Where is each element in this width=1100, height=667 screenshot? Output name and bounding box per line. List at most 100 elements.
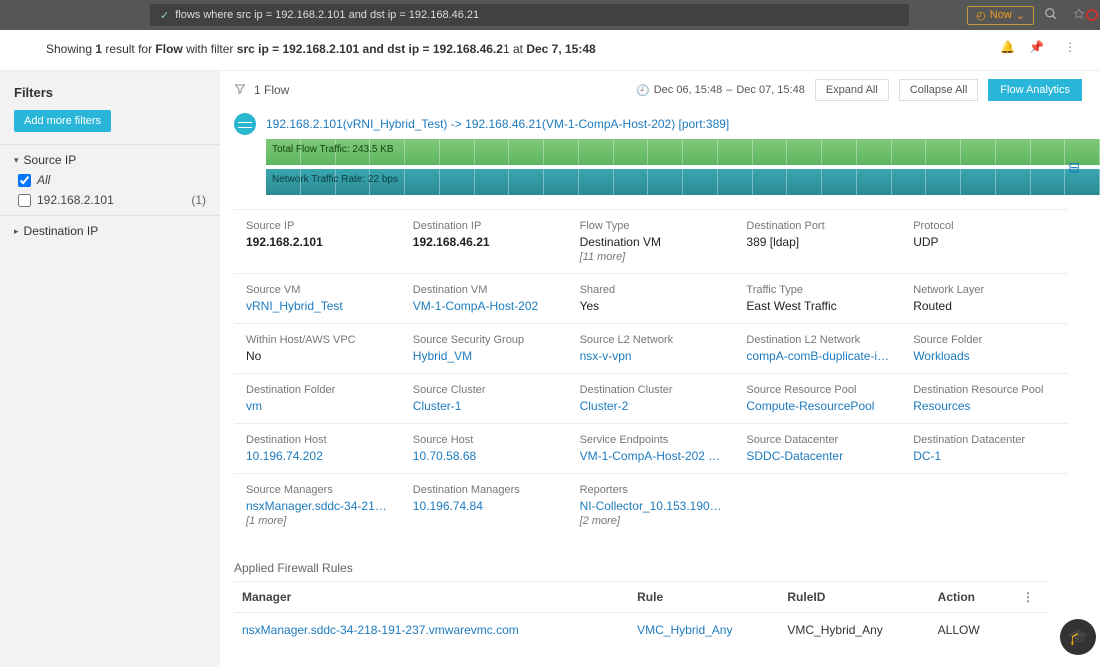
flow-dst-link[interactable]: 192.168.46.21(VM-1-CompA-Host-202) — [465, 117, 678, 131]
details-value[interactable]: 10.196.74.84 — [413, 499, 556, 513]
details-value[interactable]: SDDC-Datacenter — [746, 449, 889, 463]
search-query-text: flows where src ip = 192.168.2.101 and d… — [175, 9, 479, 21]
details-value[interactable]: 10.196.74.202 — [246, 449, 389, 463]
th-rule[interactable]: Rule — [629, 582, 779, 613]
details-value[interactable]: Hybrid_VM — [413, 349, 556, 363]
cell-rule[interactable]: VMC_Hybrid_Any — [629, 613, 779, 648]
details-more[interactable]: [1 more] — [246, 515, 389, 527]
filters-heading: Filters — [0, 81, 220, 110]
filter-ip-checkbox[interactable] — [18, 194, 31, 207]
firewall-rules-table: Manager Rule RuleID Action ⋮ nsxManager.… — [234, 581, 1048, 647]
bell-icon[interactable]: 🔔 — [1000, 40, 1015, 54]
details-value[interactable]: NI-Collector_10.153.190.68 — [580, 499, 723, 513]
filter-group-source-ip: Source IP All 192.168.2.101 (1) — [0, 144, 220, 215]
details-more[interactable]: [2 more] — [580, 515, 723, 527]
details-cell: Destination Foldervm — [234, 374, 401, 423]
funnel-icon[interactable] — [234, 83, 246, 98]
flow-src-link[interactable]: 192.168.2.101(vRNI_Hybrid_Test) — [266, 117, 447, 131]
details-label: Protocol — [913, 220, 1056, 232]
cell-action: ALLOW — [930, 613, 1008, 648]
details-cell: Source Datacenter SDDC-Datacenter — [734, 424, 901, 473]
collapse-card-icon[interactable]: ⊟ — [1068, 159, 1080, 176]
flow-analytics-button[interactable]: Flow Analytics — [988, 79, 1082, 101]
total-flow-traffic-band[interactable]: Total Flow Traffic: 243.5 KB — [266, 139, 1100, 165]
chevron-down-icon: ⌄ — [1016, 9, 1025, 22]
details-cell: Service EndpointsVM-1-CompA-Host-202 (19… — [568, 424, 735, 473]
details-cell: Source Security GroupHybrid_VM — [401, 324, 568, 373]
filter-source-ip-toggle[interactable]: Source IP — [14, 153, 206, 167]
details-cell: Source IP192.168.2.101 — [234, 210, 401, 273]
summary-time: Dec 7, 15:48 — [526, 42, 595, 56]
filter-dest-ip-toggle[interactable]: Destination IP — [14, 224, 206, 238]
details-cell: Destination Cluster Cluster-2 — [568, 374, 735, 423]
filter-ip-count: (1) — [191, 193, 206, 207]
details-value[interactable]: DC-1 — [913, 449, 1056, 463]
table-row[interactable]: nsxManager.sddc-34-218-191-237.vmwarevmc… — [234, 613, 1048, 648]
search-icon[interactable] — [1040, 7, 1062, 24]
details-label: Shared — [580, 284, 723, 296]
details-label: Source Folder — [913, 334, 1056, 346]
details-cell: Destination L2 NetworkcompA-comB-duplica… — [734, 324, 901, 373]
flow-header: 192.168.2.101(vRNI_Hybrid_Test) -> 192.1… — [234, 113, 1100, 135]
details-value[interactable]: vRNI_Hybrid_Test — [246, 299, 389, 313]
help-chat-button[interactable]: 🎓 — [1060, 619, 1096, 655]
details-label: Within Host/AWS VPC — [246, 334, 389, 346]
details-label: Network Layer — [913, 284, 1056, 296]
time-to: Dec 07, 15:48 — [736, 84, 805, 96]
summary-mid1: result for — [102, 42, 155, 56]
filters-sidebar: Filters Add more filters Source IP All 1… — [0, 71, 220, 667]
main-content: 1 Flow 🕘 Dec 06, 15:48 – Dec 07, 15:48 E… — [220, 71, 1100, 667]
details-value: Routed — [913, 299, 1056, 313]
flow-arrow: -> — [447, 117, 465, 131]
filter-all-checkbox[interactable] — [18, 174, 31, 187]
details-value[interactable]: VM-1-CompA-Host-202 (19... — [580, 449, 723, 463]
details-value: 192.168.46.21 — [413, 235, 556, 249]
check-icon: ✓ — [160, 9, 169, 22]
details-label: Destination Managers — [413, 484, 556, 496]
details-value[interactable]: vm — [246, 399, 389, 413]
details-label: Destination Datacenter — [913, 434, 1056, 446]
more-menu-icon[interactable]: ⋮ — [1058, 40, 1082, 54]
list-toolbar: 1 Flow 🕘 Dec 06, 15:48 – Dec 07, 15:48 E… — [234, 79, 1100, 107]
details-label: Source L2 Network — [580, 334, 723, 346]
details-value[interactable]: Compute-ResourcePool — [746, 399, 889, 413]
details-value[interactable]: nsx-v-vpn — [580, 349, 723, 363]
details-cell: Source L2 Network nsx-v-vpn — [568, 324, 735, 373]
details-value[interactable]: 10.70.58.68 — [413, 449, 556, 463]
flow-icon — [234, 113, 256, 135]
expand-all-button[interactable]: Expand All — [815, 79, 889, 101]
collapse-all-button[interactable]: Collapse All — [899, 79, 978, 101]
cell-manager[interactable]: nsxManager.sddc-34-218-191-237.vmwarevmc… — [234, 613, 629, 648]
th-ruleid[interactable]: RuleID — [779, 582, 929, 613]
details-value[interactable]: nsxManager.sddc-34-218-19... — [246, 499, 389, 513]
filter-opt-all[interactable]: All — [14, 167, 206, 187]
details-label: Destination Cluster — [580, 384, 723, 396]
details-value[interactable]: compA-comB-duplicate-ips — [746, 349, 889, 363]
details-value[interactable]: Workloads — [913, 349, 1056, 363]
table-more-icon[interactable]: ⋮ — [1016, 590, 1040, 604]
summary-filter: src ip = 192.168.2.101 and dst ip = 192.… — [237, 42, 503, 56]
pin-outline-icon[interactable]: 📌 — [1029, 40, 1044, 54]
search-query-pill[interactable]: ✓ flows where src ip = 192.168.2.101 and… — [150, 4, 909, 26]
flow-details-grid: Source IP192.168.2.101Destination IP192.… — [234, 209, 1068, 537]
details-label: Source Datacenter — [746, 434, 889, 446]
network-traffic-rate-band[interactable]: Network Traffic Rate: 22 bps — [266, 169, 1100, 195]
time-range[interactable]: 🕘 Dec 06, 15:48 – Dec 07, 15:48 — [636, 84, 805, 97]
th-manager[interactable]: Manager — [234, 582, 629, 613]
details-value[interactable]: VM-1-CompA-Host-202 — [413, 299, 556, 313]
details-value[interactable]: Cluster-2 — [580, 399, 723, 413]
th-action[interactable]: Action — [930, 582, 1008, 613]
firewall-section-title: Applied Firewall Rules — [234, 561, 1100, 575]
details-cell — [734, 474, 901, 537]
flow-title[interactable]: 192.168.2.101(vRNI_Hybrid_Test) -> 192.1… — [266, 117, 729, 131]
filter-opt-ip[interactable]: 192.168.2.101 (1) — [14, 187, 206, 207]
details-more[interactable]: [11 more] — [580, 251, 723, 263]
details-value[interactable]: Cluster-1 — [413, 399, 556, 413]
details-label: Source VM — [246, 284, 389, 296]
notification-dot-icon[interactable] — [1086, 9, 1098, 21]
details-value[interactable]: Resources — [913, 399, 1056, 413]
time-now-button[interactable]: ◴ Now ⌄ — [967, 6, 1034, 25]
add-more-filters-button[interactable]: Add more filters — [14, 110, 111, 132]
flow-count-label: 1 Flow — [254, 83, 289, 97]
details-cell — [901, 474, 1068, 537]
